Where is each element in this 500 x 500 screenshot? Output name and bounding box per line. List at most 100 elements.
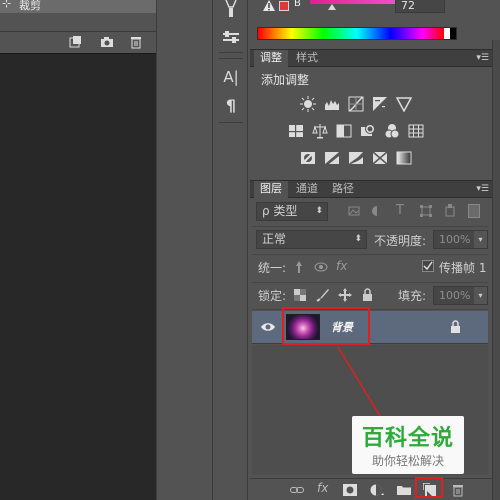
- highlight-new-layer-box: [415, 477, 443, 498]
- curves-icon[interactable]: [348, 96, 364, 112]
- panel-menu-icon[interactable]: ▾☰: [476, 53, 489, 63]
- filter-pixel-icon[interactable]: [348, 205, 360, 217]
- layers-footer-toolbar: fx: [250, 478, 492, 500]
- opacity-value: 100%: [439, 233, 471, 246]
- propagate-frame-checkbox[interactable]: [422, 260, 434, 272]
- new-group-folder-icon[interactable]: [397, 483, 411, 497]
- highlight-layer-box: [282, 307, 370, 345]
- adjustments-panel-header: 调整 样式 ▾☰: [250, 49, 492, 67]
- divider: [252, 226, 488, 227]
- hue-saturation-icon[interactable]: [288, 123, 304, 139]
- fx-layer-style-icon[interactable]: fx: [317, 481, 331, 495]
- panel-scrollbar[interactable]: [492, 40, 500, 500]
- black-white-icon[interactable]: [336, 123, 352, 139]
- chevron-down-icon[interactable]: ▾: [474, 287, 487, 304]
- selective-color-icon[interactable]: [372, 150, 388, 166]
- vibrance-icon[interactable]: [396, 96, 412, 112]
- new-adjustment-layer-icon[interactable]: [370, 483, 384, 497]
- divider: [252, 254, 488, 255]
- propagate-frame-label: 传播帧 1: [439, 261, 487, 275]
- history-toolbar: [0, 31, 156, 53]
- panel-icon-strip: A| ¶: [212, 0, 248, 500]
- lock-image-pixels-icon[interactable]: [316, 288, 330, 302]
- divider: [219, 122, 243, 123]
- layer-filter-kind-select[interactable]: ρ 类型 ⬍: [256, 202, 328, 221]
- layer-filter-kind-value: ρ 类型: [262, 204, 298, 218]
- panel-menu-icon[interactable]: ▾☰: [476, 184, 489, 194]
- lock-position-icon[interactable]: [338, 288, 352, 302]
- unify-position-icon[interactable]: [292, 260, 306, 274]
- gradient-map-icon[interactable]: [396, 150, 412, 166]
- tab-layers[interactable]: 图层: [254, 181, 288, 198]
- opacity-label: 不透明度:: [374, 234, 427, 248]
- color-lookup-icon[interactable]: [408, 123, 424, 139]
- color-panel: B 72: [250, 0, 500, 45]
- channel-value-field[interactable]: 72: [395, 0, 445, 13]
- color-spectrum-ramp[interactable]: [257, 27, 457, 40]
- lock-icon[interactable]: [450, 320, 461, 333]
- unify-style-icon[interactable]: fx: [336, 259, 347, 273]
- watermark-badge: 百科全说 助你轻松解决: [352, 416, 464, 474]
- tab-paths[interactable]: 路径: [326, 181, 360, 198]
- tab-adjustments[interactable]: 调整: [254, 50, 288, 67]
- crop-tool-icon: ⊹: [2, 0, 12, 10]
- brush-preset-icon[interactable]: [222, 0, 240, 18]
- filter-type-icon[interactable]: T: [396, 203, 404, 218]
- filter-toggle-switch[interactable]: [468, 204, 480, 218]
- lock-label: 锁定:: [258, 289, 287, 303]
- channel-slider-thumb[interactable]: [328, 4, 336, 10]
- history-panel: ⊹ 裁剪: [0, 0, 210, 500]
- invert-icon[interactable]: [300, 150, 316, 166]
- divider: [219, 52, 243, 53]
- new-document-from-state-icon[interactable]: [68, 35, 82, 49]
- filter-shape-icon[interactable]: [420, 205, 432, 217]
- opacity-field[interactable]: 100% ▾: [433, 230, 488, 249]
- foreground-color-swatch[interactable]: [279, 1, 289, 11]
- chevron-updown-icon: ⬍: [315, 206, 323, 216]
- fill-value: 100%: [439, 289, 471, 302]
- channel-mixer-icon[interactable]: [384, 123, 400, 139]
- trash-delete-layer-icon[interactable]: [451, 483, 465, 497]
- posterize-icon[interactable]: [324, 150, 340, 166]
- document-canvas[interactable]: [0, 54, 156, 500]
- divider: [219, 58, 243, 59]
- chevron-updown-icon: ⬍: [354, 234, 362, 244]
- brush-settings-icon[interactable]: [222, 28, 240, 46]
- character-panel-icon[interactable]: A|: [222, 68, 240, 86]
- layers-panel-header: 图层 通道 路径 ▾☰: [250, 180, 492, 198]
- eye-visibility-icon[interactable]: [261, 321, 275, 333]
- lock-all-icon[interactable]: [362, 288, 373, 301]
- history-item[interactable]: ⊹ 裁剪: [0, 0, 156, 13]
- paragraph-panel-icon[interactable]: ¶: [222, 96, 240, 115]
- panel-gutter: [156, 0, 210, 500]
- filter-adjustment-icon[interactable]: [371, 205, 383, 217]
- blend-mode-value: 正常: [262, 232, 287, 246]
- blend-mode-select[interactable]: 正常 ⬍: [256, 230, 367, 249]
- unify-label: 统一:: [258, 261, 287, 275]
- photo-filter-icon[interactable]: [360, 123, 376, 139]
- tab-styles[interactable]: 样式: [290, 50, 324, 67]
- tab-channels[interactable]: 通道: [290, 181, 324, 198]
- camera-snapshot-icon[interactable]: [100, 35, 114, 49]
- watermark-subtitle: 助你轻松解决: [371, 454, 444, 468]
- channel-label: B: [294, 0, 301, 9]
- add-adjustment-label: 添加调整: [261, 73, 310, 87]
- fill-field[interactable]: 100% ▾: [433, 286, 488, 305]
- link-layers-icon[interactable]: [290, 483, 304, 497]
- fill-label: 填充:: [398, 289, 427, 303]
- brightness-contrast-icon[interactable]: [300, 96, 316, 112]
- watermark-title: 百科全说: [361, 426, 454, 451]
- threshold-icon[interactable]: [348, 150, 364, 166]
- levels-icon[interactable]: [324, 96, 340, 112]
- exposure-icon[interactable]: [372, 96, 388, 112]
- history-item-label: 裁剪: [19, 0, 41, 12]
- add-mask-icon[interactable]: [343, 483, 357, 497]
- chevron-down-icon[interactable]: ▾: [474, 231, 487, 248]
- divider: [252, 282, 488, 283]
- trash-icon[interactable]: [129, 35, 143, 49]
- unify-visibility-icon[interactable]: [314, 260, 330, 274]
- color-balance-icon[interactable]: [312, 123, 328, 139]
- filter-smart-object-icon[interactable]: [444, 204, 456, 217]
- lock-transparent-pixels-icon[interactable]: [294, 289, 306, 301]
- out-of-gamut-warning-icon[interactable]: [263, 0, 275, 11]
